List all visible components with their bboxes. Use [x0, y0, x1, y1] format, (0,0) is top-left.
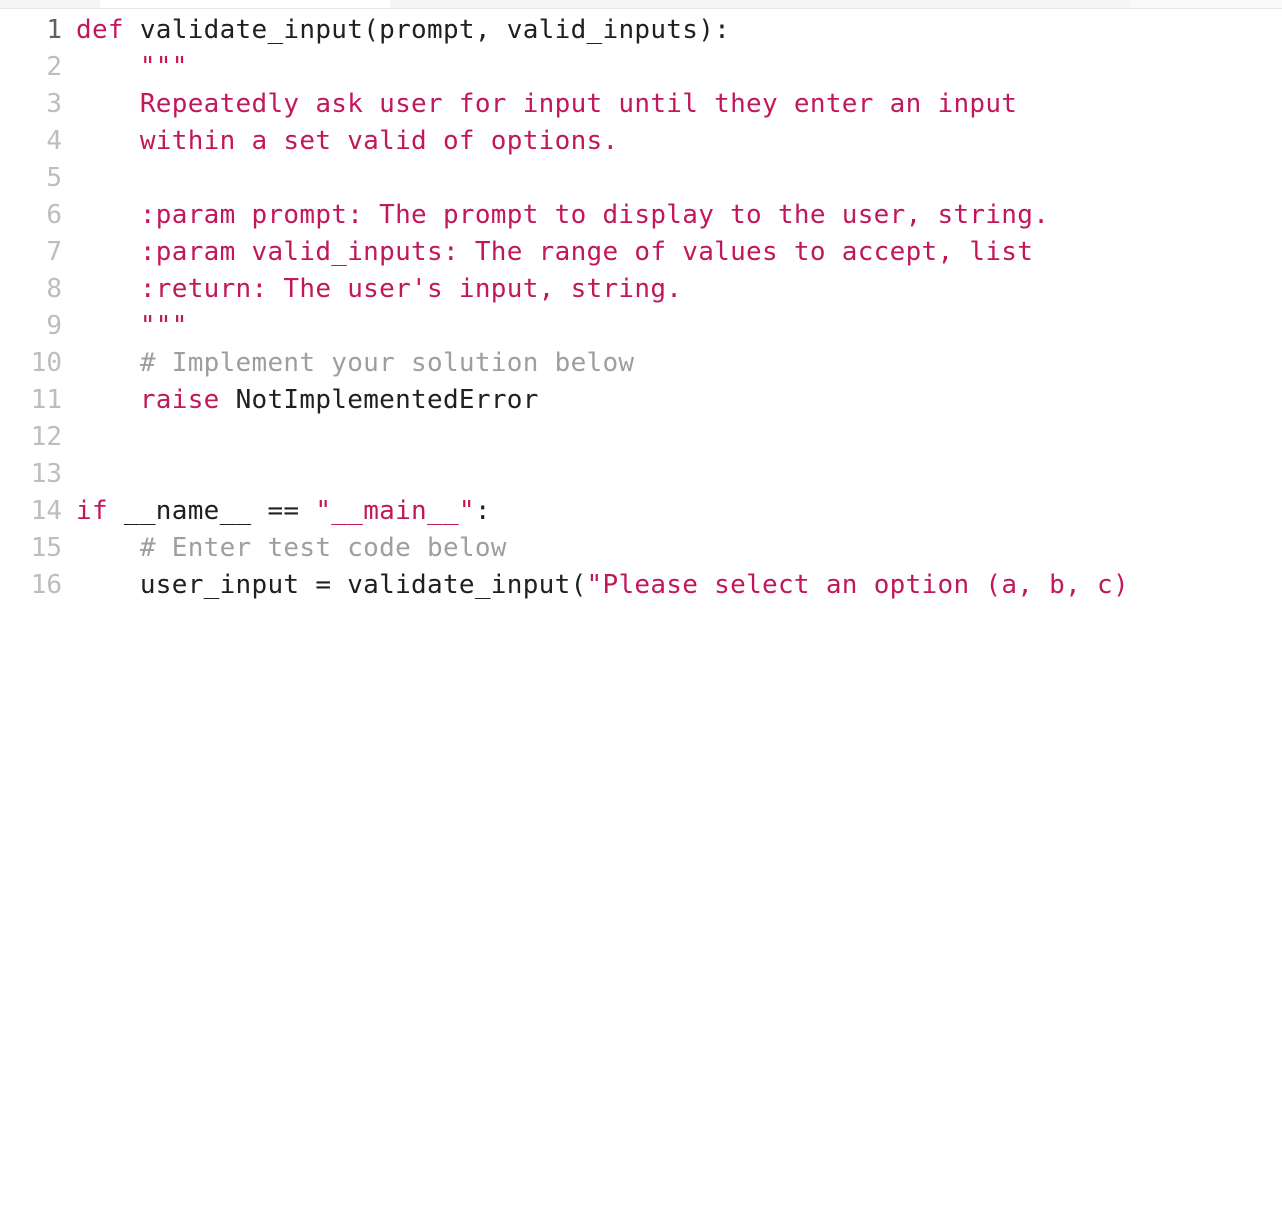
line-number: 16 — [0, 570, 76, 600]
line-number: 9 — [0, 311, 76, 341]
code-line[interactable]: 7 :param valid_inputs: The range of valu… — [0, 237, 1282, 274]
code-content: Repeatedly ask user for input until they… — [76, 89, 1282, 119]
code-line[interactable]: 15 # Enter test code below — [0, 533, 1282, 570]
tab-inactive-right[interactable] — [390, 0, 1130, 8]
code-content: user_input = validate_input("Please sele… — [76, 570, 1282, 600]
code-line[interactable]: 4 within a set valid of options. — [0, 126, 1282, 163]
code-line[interactable]: 12 — [0, 422, 1282, 459]
code-line[interactable]: 10 # Implement your solution below — [0, 348, 1282, 385]
code-line[interactable]: 13 — [0, 459, 1282, 496]
line-number: 4 — [0, 126, 76, 156]
code-line[interactable]: 9 """ — [0, 311, 1282, 348]
code-line[interactable]: 5 — [0, 163, 1282, 200]
code-line[interactable]: 1 def validate_input(prompt, valid_input… — [0, 15, 1282, 52]
code-content — [76, 163, 1282, 193]
code-line[interactable]: 2 """ — [0, 52, 1282, 89]
line-number: 6 — [0, 200, 76, 230]
code-content: """ — [76, 52, 1282, 82]
code-content: :return: The user's input, string. — [76, 274, 1282, 304]
code-content: # Implement your solution below — [76, 348, 1282, 378]
line-number: 8 — [0, 274, 76, 304]
line-number: 10 — [0, 348, 76, 378]
line-number: 12 — [0, 422, 76, 452]
code-content: # Enter test code below — [76, 533, 1282, 563]
line-number: 7 — [0, 237, 76, 267]
code-line[interactable]: 6 :param prompt: The prompt to display t… — [0, 200, 1282, 237]
code-line[interactable]: 3 Repeatedly ask user for input until th… — [0, 89, 1282, 126]
code-line[interactable]: 16 user_input = validate_input("Please s… — [0, 570, 1282, 607]
code-content: """ — [76, 311, 1282, 341]
code-content: if __name__ == "__main__": — [76, 496, 1282, 526]
line-number: 1 — [0, 15, 76, 45]
code-content: raise NotImplementedError — [76, 385, 1282, 415]
code-content: :param prompt: The prompt to display to … — [76, 200, 1282, 230]
line-number: 13 — [0, 459, 76, 489]
code-editor[interactable]: 1 def validate_input(prompt, valid_input… — [0, 9, 1282, 607]
code-content: within a set valid of options. — [76, 126, 1282, 156]
line-number: 5 — [0, 163, 76, 193]
code-content: def validate_input(prompt, valid_inputs)… — [76, 15, 1282, 45]
code-content: :param valid_inputs: The range of values… — [76, 237, 1282, 267]
line-number: 3 — [0, 89, 76, 119]
code-line[interactable]: 11 raise NotImplementedError — [0, 385, 1282, 422]
tab-bar — [0, 0, 1282, 9]
line-number: 2 — [0, 52, 76, 82]
tab-inactive-left[interactable] — [0, 0, 101, 8]
code-line[interactable]: 8 :return: The user's input, string. — [0, 274, 1282, 311]
line-number: 11 — [0, 385, 76, 415]
line-number: 15 — [0, 533, 76, 563]
line-number: 14 — [0, 496, 76, 526]
tab-active[interactable] — [100, 0, 391, 8]
code-line[interactable]: 14 if __name__ == "__main__": — [0, 496, 1282, 533]
